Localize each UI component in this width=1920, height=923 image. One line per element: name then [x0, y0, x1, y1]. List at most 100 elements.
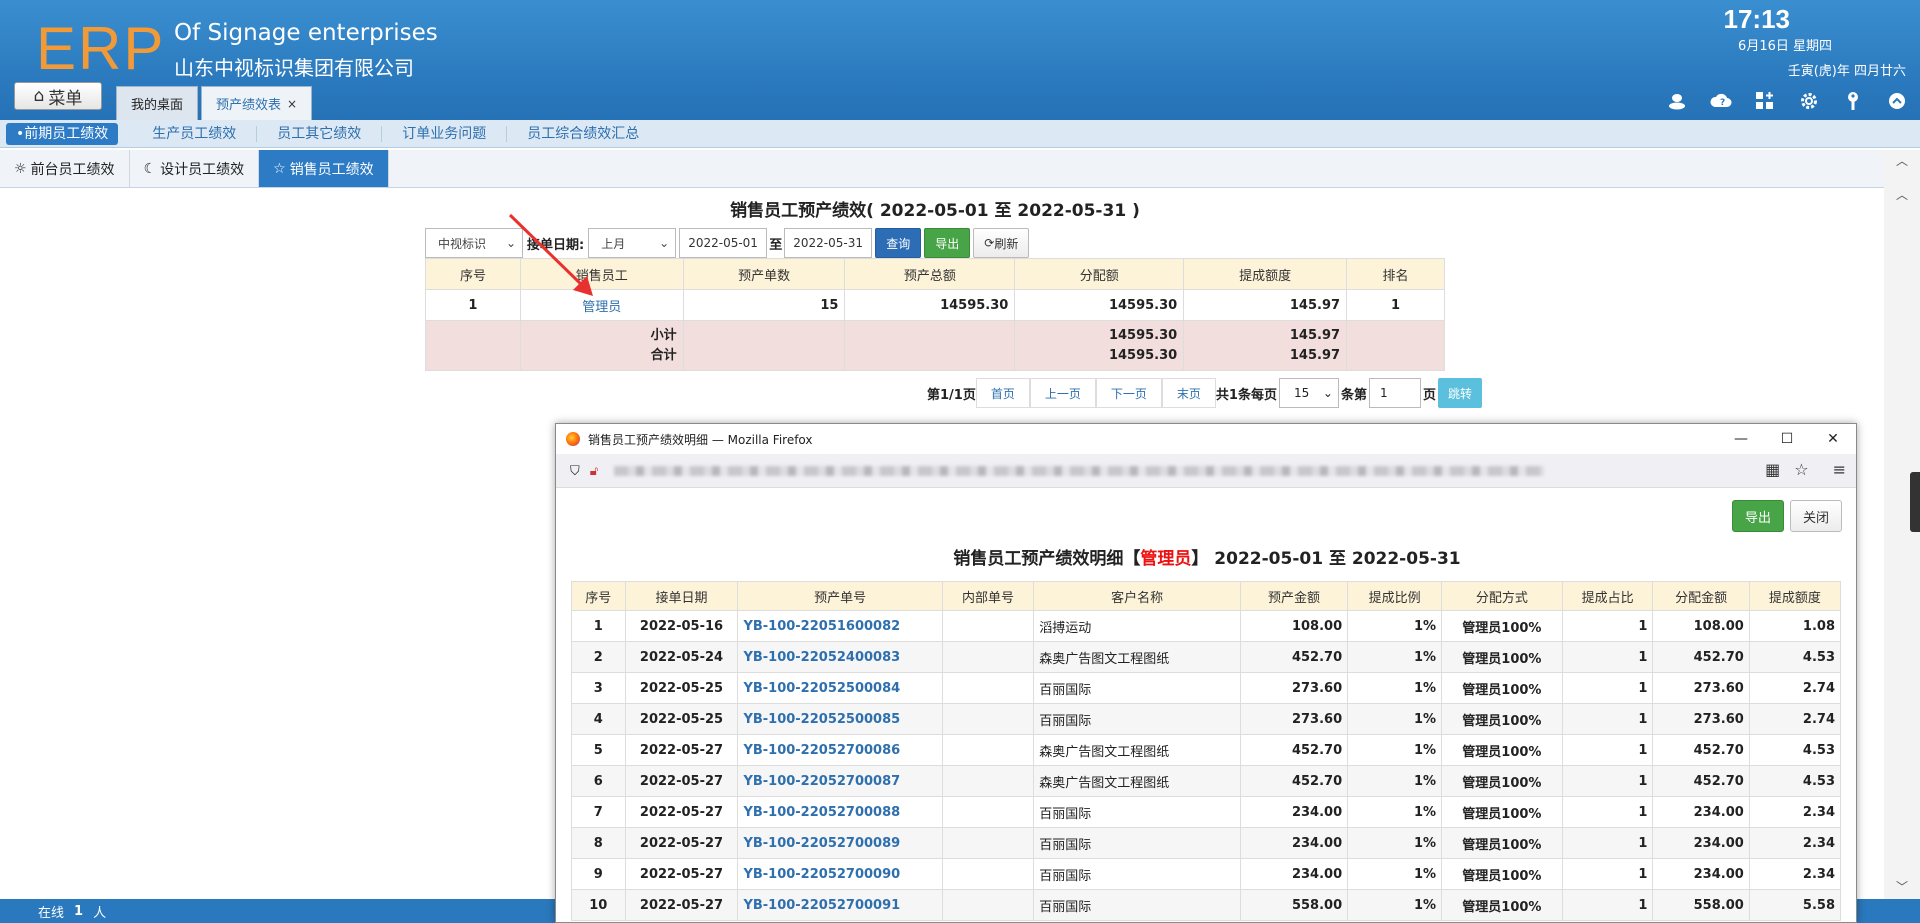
subnav-order-issues[interactable]: 订单业务问题 — [382, 125, 508, 142]
tab-presales-performance[interactable]: 预产绩效表 × — [201, 86, 313, 120]
prev-page-button[interactable]: 上一页 — [1029, 378, 1096, 408]
window-title: 销售员工预产绩效明细 — Mozilla Firefox — [588, 432, 813, 447]
firefox-logo-icon — [566, 432, 580, 446]
col-header[interactable]: 提成额度 — [1748, 581, 1842, 611]
last-page-button[interactable]: 末页 — [1161, 378, 1216, 408]
cell-date: 2022-05-24 — [624, 641, 739, 673]
gear-icon[interactable] — [1796, 89, 1822, 113]
order-link[interactable]: YB-100-22052700086 — [737, 734, 943, 766]
col-header[interactable]: 预产总额 — [844, 258, 1016, 290]
cell-ratio: 1% — [1347, 610, 1443, 642]
side-handle[interactable] — [1910, 472, 1920, 532]
order-link[interactable]: YB-100-22051600082 — [737, 610, 943, 642]
home-icon: ⌂ — [33, 86, 45, 106]
moon-icon: ☾ — [143, 160, 157, 177]
cell-allocated: 14595.30 — [1014, 289, 1185, 321]
export-button[interactable]: 导出 — [924, 228, 971, 258]
first-page-button[interactable]: 首页 — [975, 378, 1030, 408]
close-icon[interactable]: × — [287, 97, 297, 111]
tab-label: 预产绩效表 — [216, 98, 282, 113]
col-header[interactable]: 预产单号 — [737, 581, 943, 611]
tab-sales[interactable]: ☆ 销售员工绩效 — [259, 150, 389, 187]
key-icon[interactable] — [1840, 89, 1866, 113]
popup-actions: 导出 关闭 — [1731, 500, 1842, 532]
col-header[interactable]: 分配金额 — [1652, 581, 1750, 611]
window-titlebar[interactable]: 销售员工预产绩效明细 — Mozilla Firefox — ☐ ✕ — [556, 424, 1856, 454]
col-header[interactable]: 排名 — [1346, 258, 1445, 290]
cell-method: 管理员100% — [1441, 827, 1563, 859]
col-header[interactable]: 预产单数 — [682, 258, 846, 290]
cell-commission: 4.53 — [1748, 765, 1842, 797]
order-link[interactable]: YB-100-22052700091 — [737, 889, 943, 921]
order-link[interactable]: YB-100-22052700087 — [737, 765, 943, 797]
col-header[interactable]: 分配方式 — [1441, 581, 1563, 611]
scroll-up-icon[interactable]: ︿ — [1896, 186, 1908, 203]
order-link[interactable]: YB-100-22052700089 — [737, 827, 943, 859]
col-header[interactable]: 内部单号 — [941, 581, 1035, 611]
grid-add-icon[interactable] — [1752, 89, 1778, 113]
tab-design[interactable]: ☾ 设计员工绩效 — [130, 150, 260, 187]
cell-inner-no — [941, 672, 1035, 704]
sun-icon: ☼ — [14, 160, 27, 177]
col-header[interactable]: 预产金额 — [1239, 581, 1349, 611]
cloud-help-icon[interactable]: ? — [1708, 89, 1734, 113]
order-link[interactable]: YB-100-22052500085 — [737, 703, 943, 735]
url-field[interactable]: ⛉ 🔓︎ — [564, 458, 1762, 484]
collapse-icon[interactable] — [1884, 89, 1910, 113]
cell-alloc: 452.70 — [1652, 734, 1750, 766]
col-header[interactable]: 序号 — [425, 258, 521, 290]
qr-code-icon[interactable]: ▦ — [1765, 460, 1780, 479]
col-header[interactable]: 提成比例 — [1347, 581, 1443, 611]
date-from-input[interactable]: 2022-05-01 — [679, 228, 768, 258]
col-header[interactable]: 提成额度 — [1183, 258, 1348, 290]
order-link[interactable]: YB-100-22052400083 — [737, 641, 943, 673]
popup-close-button[interactable]: 关闭 — [1789, 500, 1842, 532]
col-header[interactable]: 分配额 — [1014, 258, 1185, 290]
header-toolbar: ? — [1664, 89, 1910, 113]
col-header[interactable]: 提成占比 — [1561, 581, 1654, 611]
subnav-other-performance[interactable]: 员工其它绩效 — [257, 125, 383, 142]
cell-no: 7 — [571, 796, 626, 828]
detail-title-prefix: 销售员工预产绩效明细【 — [953, 549, 1141, 569]
maximize-icon[interactable]: ☐ — [1764, 424, 1810, 454]
popup-export-button[interactable]: 导出 — [1731, 500, 1784, 532]
page-size-select[interactable]: 15 ⌄ — [1278, 378, 1339, 408]
subnav-performance-summary[interactable]: 员工综合绩效汇总 — [507, 126, 659, 142]
table-row: 6 2022-05-27 YB-100-22052700087 森奥广告图文工程图纸 4… — [571, 765, 1842, 797]
menu-button[interactable]: ⌂ 菜单 — [14, 82, 102, 110]
date-to-input[interactable]: 2022-05-31 — [784, 228, 873, 258]
employee-link[interactable]: 管理员 — [519, 289, 684, 321]
order-link[interactable]: YB-100-22052700090 — [737, 858, 943, 890]
col-header[interactable]: 序号 — [571, 581, 626, 611]
goto-page-input[interactable]: 1 — [1368, 378, 1421, 408]
company-select[interactable]: 中视标识 ⌄ — [425, 228, 523, 258]
tab-front-desk[interactable]: ☼ 前台员工绩效 — [0, 150, 130, 187]
query-button[interactable]: 查询 — [875, 228, 922, 258]
insecure-lock-icon: 🔓︎ — [589, 463, 599, 479]
minimize-icon[interactable]: — — [1718, 424, 1764, 454]
tab-my-desktop[interactable]: 我的桌面 — [116, 86, 199, 120]
next-page-button[interactable]: 下一页 — [1095, 378, 1162, 408]
cell-customer: 森奥广告图文工程图纸 — [1033, 641, 1241, 673]
hamburger-menu-icon[interactable]: ≡ — [1833, 460, 1846, 479]
subnav-early-performance[interactable]: •前期员工绩效 — [6, 122, 119, 145]
scroll-up-icon[interactable]: ︿ — [1896, 152, 1908, 169]
cell-ratio: 1% — [1347, 672, 1443, 704]
cell-no: 9 — [571, 858, 626, 890]
refresh-button[interactable]: ⟳ 刷新 — [973, 228, 1030, 258]
detail-title-suffix: 】 2022-05-01 至 2022-05-31 — [1191, 549, 1461, 569]
col-header[interactable]: 销售员工 — [519, 258, 684, 290]
period-select[interactable]: 上月 ⌄ — [588, 228, 677, 258]
user-icon[interactable] — [1664, 89, 1690, 113]
order-link[interactable]: YB-100-22052500084 — [737, 672, 943, 704]
scroll-down-icon[interactable]: ﹀ — [1896, 878, 1908, 895]
order-link[interactable]: YB-100-22052700088 — [737, 796, 943, 828]
close-icon[interactable]: ✕ — [1810, 424, 1856, 454]
cell-commission: 2.74 — [1748, 672, 1842, 704]
bookmark-star-icon[interactable]: ☆ — [1794, 460, 1808, 479]
col-header[interactable]: 接单日期 — [624, 581, 739, 611]
goto-button[interactable]: 跳转 — [1437, 378, 1482, 408]
subnav-production-performance[interactable]: 生产员工绩效 — [132, 125, 258, 142]
col-header[interactable]: 客户名称 — [1033, 581, 1241, 611]
employee-link-text[interactable]: 管理员 — [582, 300, 621, 315]
